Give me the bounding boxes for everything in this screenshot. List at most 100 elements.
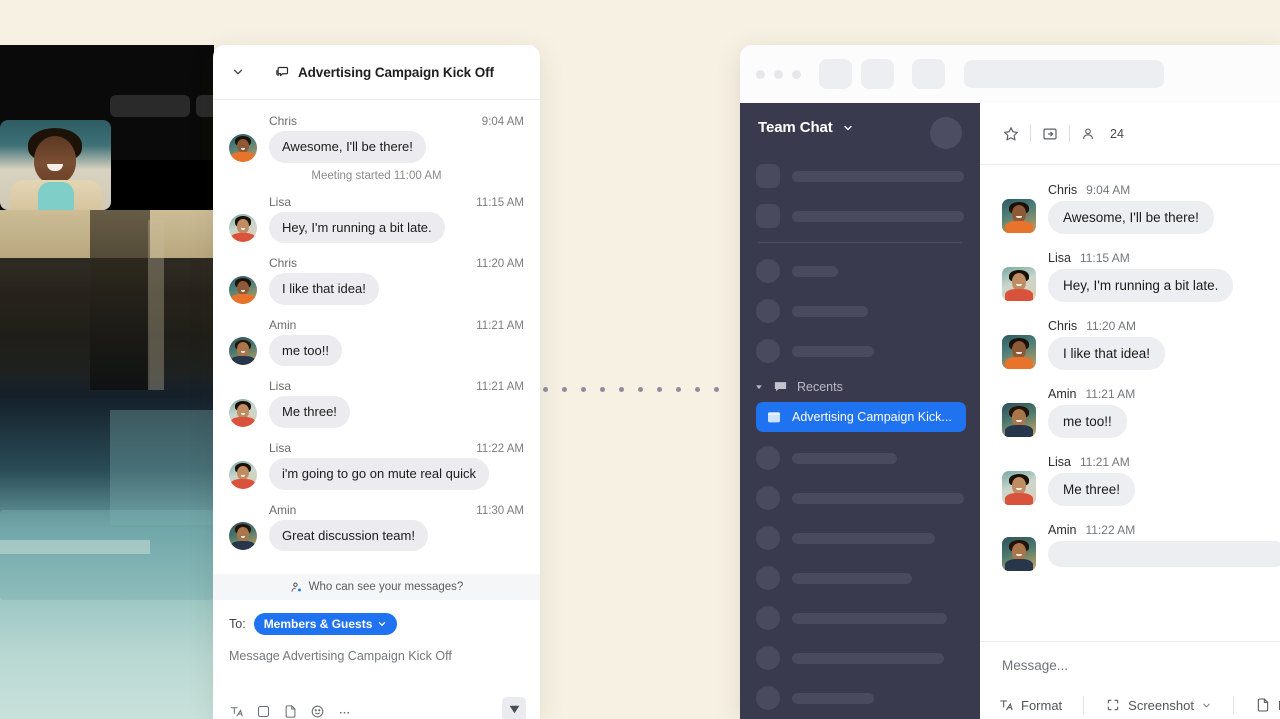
placeholder-label	[792, 345, 874, 357]
connector-dot	[600, 387, 605, 392]
chat-message: Lisa 11:21 AM Me three!	[1002, 455, 1280, 506]
format-button[interactable]: Format	[988, 693, 1072, 717]
audience-label: Members & Guests	[263, 617, 373, 631]
message-bubble: Great discussion team!	[269, 519, 428, 552]
video-background-highlight	[148, 220, 164, 390]
composer-toolbar	[229, 704, 352, 719]
person-icon[interactable]	[1080, 126, 1096, 142]
placeholder-icon	[756, 339, 780, 363]
message-sender: Amin	[269, 317, 297, 332]
send-button[interactable]	[502, 697, 526, 719]
placeholder-label	[792, 492, 964, 504]
video-desk-surface	[0, 540, 150, 554]
sidebar-item-placeholder[interactable]	[756, 484, 964, 512]
message-time: 11:22 AM	[1085, 523, 1136, 537]
avatar[interactable]	[930, 117, 962, 149]
sidebar-item-placeholder[interactable]	[756, 524, 964, 552]
chat-card-message-list[interactable]: Chris 9:04 AM Awesome, I'll be there! Me…	[213, 100, 540, 645]
screenshot-icon	[1105, 697, 1121, 713]
chat-bubble-icon	[773, 379, 788, 394]
message-bubble: me too!!	[269, 334, 342, 367]
screenshot-label: Screenshot	[1128, 697, 1194, 713]
dotted-connector	[543, 387, 719, 392]
sidebar-section-recents[interactable]: Recents	[740, 377, 980, 394]
message-time: 11:30 AM	[476, 504, 524, 517]
placeholder-label	[792, 692, 874, 704]
chat-card-header: Advertising Campaign Kick Off	[213, 45, 540, 100]
chrome-tab-2[interactable]	[861, 59, 894, 89]
chevron-down-icon[interactable]	[754, 382, 764, 392]
chevron-down-icon[interactable]	[229, 65, 247, 79]
avatar	[1002, 267, 1036, 301]
sidebar-item-placeholder[interactable]	[756, 297, 964, 325]
audience-selector[interactable]: Members & Guests	[253, 613, 398, 635]
sidebar: Team Chat Recents Advertising Campaign K…	[740, 103, 980, 719]
sidebar-item-placeholder[interactable]	[756, 257, 964, 285]
chat-message: Amin 11:30 AM Great discussion team!	[229, 503, 524, 552]
main-message-list[interactable]: Chris 9:04 AM Awesome, I'll be there! Li…	[980, 165, 1280, 719]
sidebar-item-placeholder[interactable]	[756, 444, 964, 472]
chrome-tab-1[interactable]	[819, 59, 852, 89]
chat-message: Chris 9:04 AM Awesome, I'll be there!	[229, 114, 524, 163]
message-time: 11:20 AM	[1086, 319, 1136, 333]
chevron-down-icon[interactable]	[1201, 700, 1212, 711]
person-privacy-icon	[290, 581, 303, 594]
sidebar-item-advertising-campaign[interactable]: Advertising Campaign Kick...	[756, 402, 966, 432]
sidebar-item-placeholder[interactable]	[756, 684, 964, 712]
message-sender: Chris	[269, 256, 298, 271]
chat-message: Lisa 11:15 AM Hey, I'm running a bit lat…	[1002, 251, 1280, 302]
meeting-control-pill-wide[interactable]	[110, 95, 190, 117]
message-bubble: Awesome, I'll be there!	[269, 131, 426, 163]
message-time: 11:21 AM	[476, 381, 524, 394]
sidebar-item-placeholder[interactable]	[756, 564, 964, 592]
message-bubble: Hey, I'm running a bit late.	[269, 211, 445, 244]
traffic-light-close[interactable]	[756, 69, 765, 79]
sidebar-item-placeholder[interactable]	[756, 162, 964, 190]
avatar	[229, 460, 257, 489]
main-panel-header: 24	[980, 103, 1280, 165]
placeholder-icon	[756, 646, 780, 670]
composer-to-row: To: Members & Guests	[229, 613, 524, 635]
message-input[interactable]: Message Advertising Campaign Kick Off	[229, 649, 524, 663]
main-video-feed[interactable]	[0, 210, 214, 719]
avatar	[1002, 403, 1036, 437]
meeting-control-pill-small[interactable]	[196, 95, 214, 117]
message-bubble: I like that idea!	[1048, 337, 1166, 370]
message-bubble	[1048, 541, 1280, 567]
message-sender: Amin	[269, 502, 297, 517]
move-to-folder-icon[interactable]	[1041, 125, 1059, 143]
more-icon[interactable]	[337, 704, 352, 719]
chevron-down-icon[interactable]	[842, 122, 854, 134]
header-divider	[1069, 125, 1070, 142]
chrome-extra-button[interactable]	[912, 59, 945, 89]
traffic-light-minimize[interactable]	[774, 69, 783, 79]
composer-toolbar: Format Screenshot	[980, 693, 1280, 719]
privacy-banner[interactable]: Who can see your messages?	[213, 574, 540, 600]
search-input[interactable]	[964, 60, 1164, 88]
placeholder-label	[792, 612, 947, 624]
format-icon[interactable]	[229, 704, 244, 719]
connector-dot	[676, 387, 681, 392]
screenshot-button[interactable]: Screenshot	[1095, 693, 1222, 717]
sidebar-item-placeholder[interactable]	[756, 644, 964, 672]
to-label: To:	[229, 617, 246, 631]
placeholder-icon	[756, 299, 780, 323]
avatar	[229, 522, 257, 551]
file-button[interactable]: File	[1245, 693, 1280, 717]
placeholder-icon	[756, 259, 780, 283]
sidebar-item-placeholder[interactable]	[756, 337, 964, 365]
file-icon[interactable]	[283, 704, 298, 719]
connector-dot	[695, 387, 700, 392]
self-view-video-tile[interactable]	[0, 120, 111, 210]
screenshot-icon[interactable]	[256, 704, 271, 719]
sidebar-item-placeholder[interactable]	[756, 202, 964, 230]
chat-message: Chris 11:20 AM I like that idea!	[229, 256, 524, 305]
chat-card: Advertising Campaign Kick Off Chris 9:04…	[213, 45, 540, 719]
message-input[interactable]: Message...	[980, 642, 1280, 673]
emoji-icon[interactable]	[310, 704, 325, 719]
star-icon[interactable]	[1002, 125, 1020, 143]
traffic-light-maximize[interactable]	[792, 69, 801, 79]
connector-dot	[714, 387, 719, 392]
sidebar-item-placeholder[interactable]	[756, 604, 964, 632]
message-time: 9:04 AM	[1086, 183, 1131, 197]
